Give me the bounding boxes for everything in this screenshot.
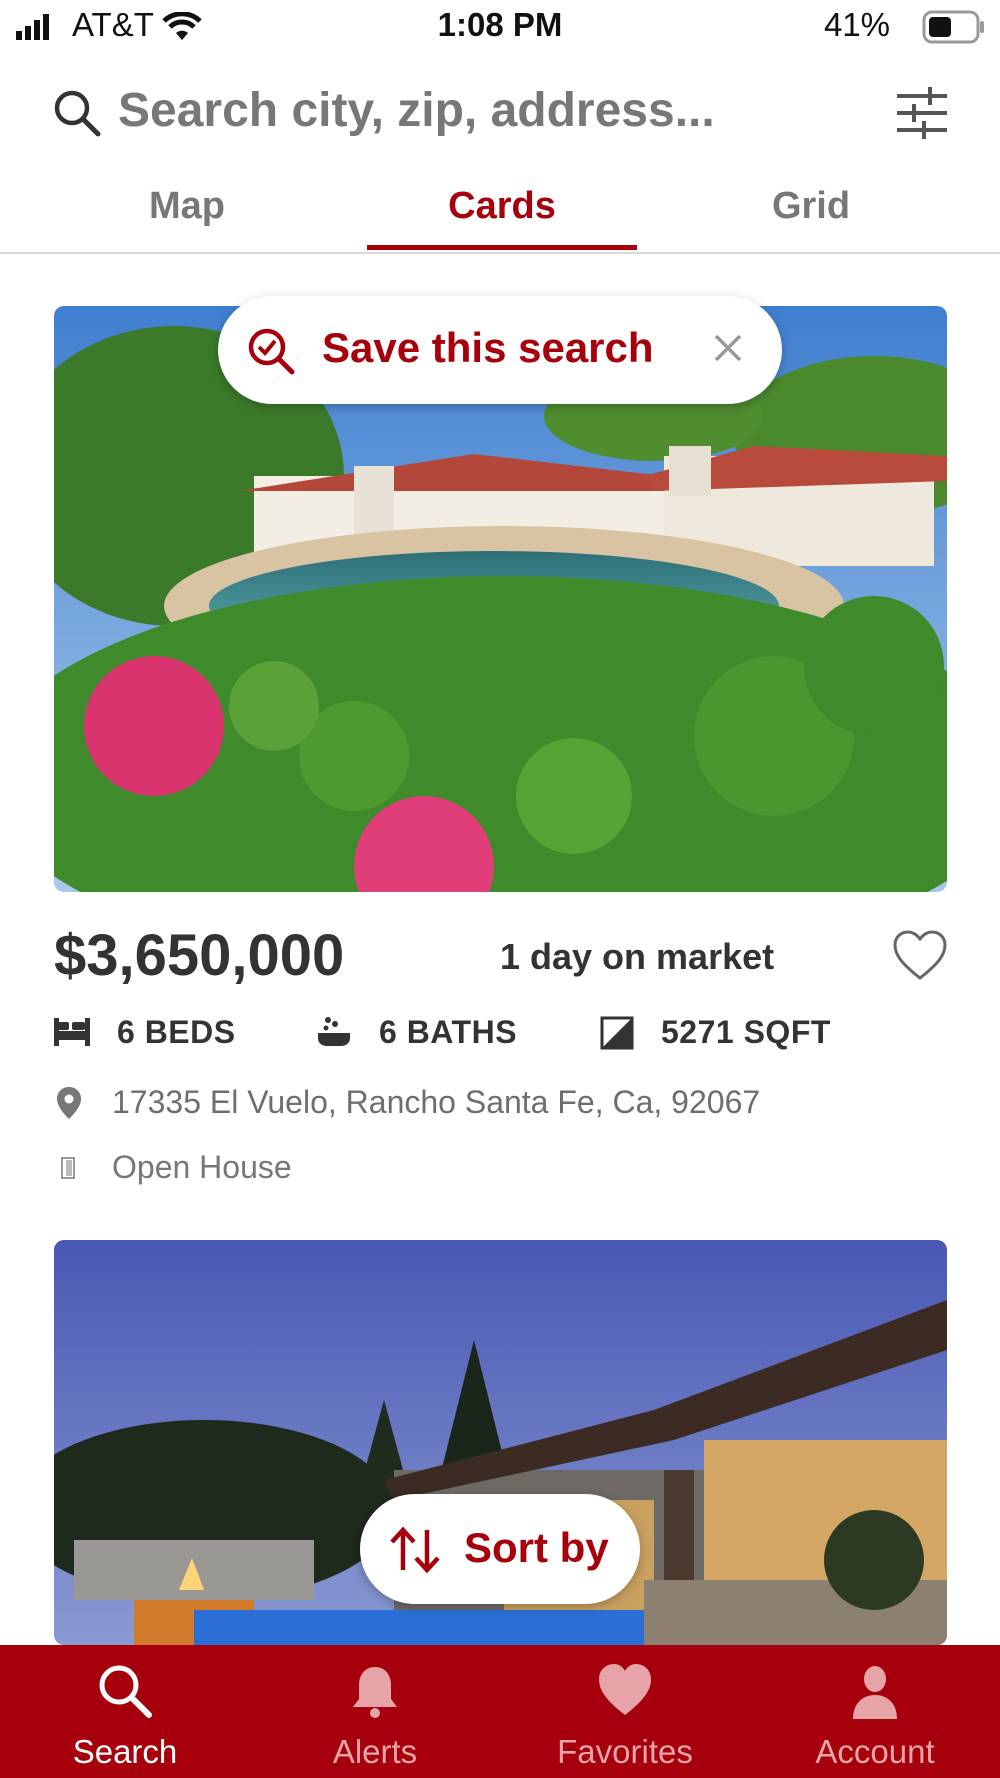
sort-by-label: Sort by [464,1524,609,1571]
tab-grid[interactable]: Grid [676,180,946,250]
days-on-market: 1 day on market [500,936,775,977]
listing-price: $3,650,000 [54,923,345,988]
bottom-navigation: Search Alerts Favorites Account [0,1645,1000,1778]
save-search-button[interactable]: Save this search [218,296,782,404]
nav-favorites-label: Favorites [557,1733,693,1770]
status-bar: AT&T 1:08 PM 41% [0,0,1000,56]
location-pin-icon [57,1087,81,1119]
favorite-heart-icon[interactable] [892,930,948,982]
search-input[interactable] [116,78,760,142]
view-tabs: Map Cards Grid [0,180,1000,254]
battery-percent: 41% [823,6,890,43]
beds-count: 6 BEDS [117,1014,236,1050]
nav-alerts-label: Alerts [332,1733,418,1770]
area-icon [600,1016,634,1050]
listing-address[interactable]: 17335 El Vuelo, Rancho Santa Fe, Ca, 920… [112,1084,760,1121]
save-search-icon [248,328,295,375]
bell-icon [353,1667,397,1718]
sqft-value: 5271 SQFT [661,1014,831,1050]
tab-cards[interactable]: Cards [367,180,637,250]
bath-icon [318,1017,350,1046]
search-icon [54,90,101,137]
door-icon [61,1157,75,1179]
nav-search-label: Search [72,1733,178,1770]
search-icon [99,1665,152,1718]
tab-map[interactable]: Map [52,180,322,250]
person-icon [853,1666,897,1719]
bed-icon [54,1018,90,1046]
save-search-label: Save this search [322,324,654,371]
filter-icon[interactable] [894,84,950,142]
close-icon[interactable] [702,322,754,374]
open-house-label: Open House [112,1149,292,1185]
search-bar [0,70,1000,154]
battery-icon [922,10,984,44]
nav-favorites[interactable]: Favorites [500,1645,750,1778]
nav-account[interactable]: Account [750,1645,1000,1778]
nav-alerts[interactable]: Alerts [250,1645,500,1778]
heart-icon [599,1664,651,1715]
nav-search[interactable]: Search [0,1645,250,1778]
nav-account-label: Account [815,1733,935,1770]
sort-by-button[interactable]: Sort by [360,1494,640,1604]
baths-count: 6 BATHS [379,1014,518,1050]
sort-arrows-icon [390,1526,440,1574]
